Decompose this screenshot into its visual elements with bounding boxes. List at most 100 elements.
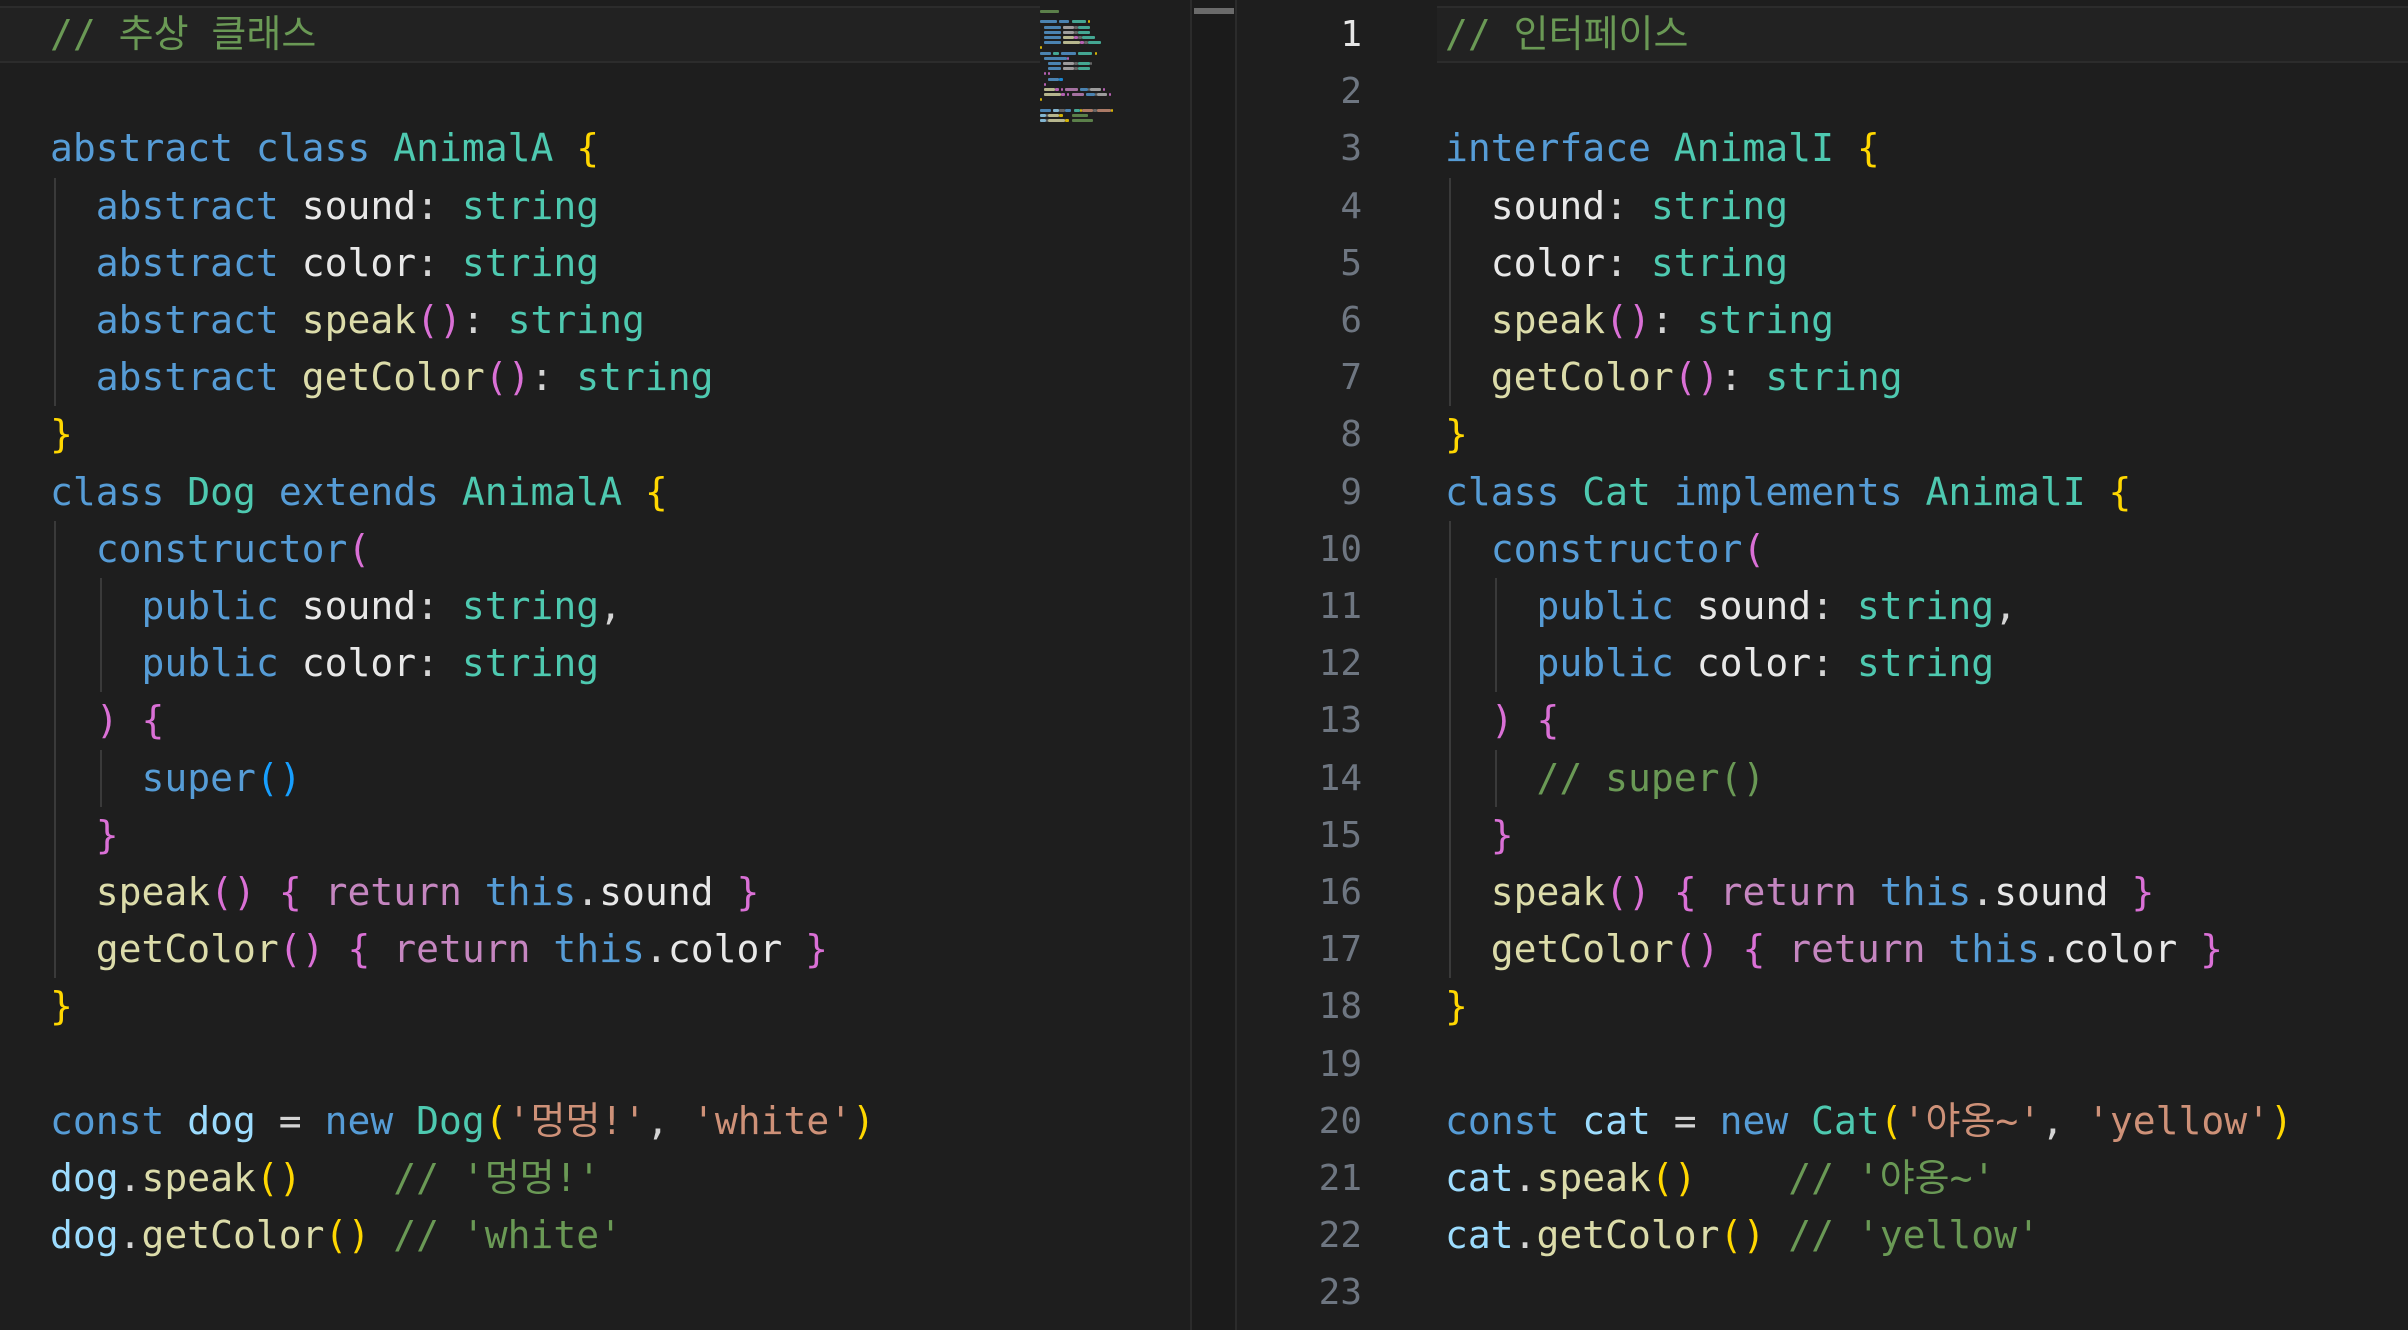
line-number[interactable]: 11: [1242, 578, 1362, 635]
code-text: ,: [2041, 1098, 2087, 1143]
line-number[interactable]: 6: [1242, 292, 1362, 349]
code-line[interactable]: constructor(: [50, 521, 371, 578]
code-token: string: [1856, 584, 1995, 628]
line-number[interactable]: 3: [1242, 120, 1362, 177]
line-number[interactable]: 9: [1242, 464, 1362, 521]
line-number[interactable]: 4: [1242, 178, 1362, 235]
minimap-token: [1071, 93, 1085, 97]
code-line[interactable]: interface AnimalI {: [1445, 120, 1880, 177]
code-line[interactable]: ) {: [50, 692, 165, 749]
line-number[interactable]: 1: [1242, 6, 1362, 63]
line-number[interactable]: 14: [1242, 750, 1362, 807]
code-token: string: [461, 641, 600, 686]
code-line[interactable]: cat.getColor() // 'yellow': [1445, 1207, 2040, 1264]
code-line[interactable]: abstract class AnimalA {: [50, 120, 599, 177]
line-number[interactable]: 13: [1242, 692, 1362, 749]
code-token: class: [50, 469, 165, 514]
code-token: '멍멍!': [507, 1098, 647, 1143]
code-line[interactable]: }: [50, 807, 119, 864]
code-line[interactable]: getColor(): string: [1445, 349, 1903, 406]
code-token: ): [852, 1098, 875, 1143]
code-token: string: [1650, 183, 1789, 228]
line-number[interactable]: 21: [1242, 1150, 1362, 1207]
minimap-token: [1088, 41, 1101, 45]
code-line[interactable]: speak() { return this.sound }: [50, 864, 760, 921]
code-line[interactable]: abstract getColor(): string: [50, 349, 714, 406]
minimap-token: [1065, 88, 1078, 91]
editor-pane-interface[interactable]: // 인터페이스 interface AnimalI { sound: strin…: [1237, 0, 2408, 1330]
line-number[interactable]: 8: [1242, 406, 1362, 463]
code-line[interactable]: }: [50, 406, 73, 463]
line-number[interactable]: 2: [1242, 63, 1362, 120]
code-line[interactable]: public color: string: [50, 635, 600, 692]
code-token: }: [2200, 927, 2223, 972]
scrollbar-thumb[interactable]: [1194, 8, 1234, 14]
minimap-token: [1103, 88, 1106, 91]
line-number[interactable]: 15: [1242, 807, 1362, 864]
code-text: :: [1650, 298, 1697, 342]
code-line[interactable]: class Dog extends AnimalA {: [50, 464, 668, 521]
line-number[interactable]: 5: [1242, 235, 1362, 292]
line-number[interactable]: 16: [1242, 864, 1362, 921]
line-number[interactable]: 10: [1242, 521, 1362, 578]
code-line[interactable]: public sound: string,: [50, 578, 623, 635]
code-line[interactable]: public sound: string,: [1445, 578, 2018, 635]
code-line[interactable]: // 추상 클래스: [50, 6, 316, 63]
code-token: constructor: [95, 526, 348, 571]
code-line[interactable]: sound: string: [1445, 178, 1788, 235]
code-line[interactable]: class Cat implements AnimalI {: [1445, 464, 2131, 521]
code-line[interactable]: }: [1445, 807, 1514, 864]
code-token: sound: [599, 870, 714, 914]
code-line[interactable]: cat.speak() // '야옹~': [1445, 1150, 1995, 1207]
line-number[interactable]: 18: [1242, 978, 1362, 1035]
editor-split-divider[interactable]: [1190, 0, 1237, 1330]
minimap-token: [1065, 119, 1070, 123]
editor-pane-abstract-class[interactable]: // 추상 클래스 abstract class AnimalA { abstra…: [0, 0, 1190, 1330]
line-number[interactable]: 19: [1242, 1036, 1362, 1093]
code-line[interactable]: public color: string: [1445, 635, 1995, 692]
code-token: getColor: [1490, 355, 1674, 400]
code-line[interactable]: }: [1445, 978, 1468, 1035]
line-number[interactable]: 7: [1242, 349, 1362, 406]
minimap-token: [1094, 51, 1097, 55]
code-line[interactable]: // 인터페이스: [1445, 6, 1688, 63]
code-line[interactable]: // super(): [1445, 750, 1766, 807]
code-line[interactable]: dog.speak() // '멍멍!': [50, 1150, 600, 1207]
code-text: ,: [1994, 584, 2018, 628]
code-line[interactable]: ) {: [1445, 692, 1560, 749]
code-line[interactable]: speak(): string: [1445, 292, 1834, 349]
line-number[interactable]: 20: [1242, 1093, 1362, 1150]
line-number[interactable]: 22: [1242, 1207, 1362, 1264]
code-line[interactable]: color: string: [1445, 235, 1788, 292]
minimap-token: [1090, 88, 1101, 91]
code-line[interactable]: super(): [50, 750, 302, 807]
code-line[interactable]: abstract sound: string: [50, 178, 599, 235]
code-line[interactable]: getColor() { return this.color }: [1445, 921, 2223, 978]
code-line[interactable]: abstract speak(): string: [50, 292, 645, 349]
code-text: :: [461, 298, 508, 342]
line-number[interactable]: 23: [1242, 1264, 1362, 1321]
code-line[interactable]: abstract color: string: [50, 235, 599, 292]
line-number[interactable]: 17: [1242, 921, 1362, 978]
code-line[interactable]: const cat = new Cat('야옹~', 'yellow'): [1445, 1093, 2293, 1150]
code-token: sound: [1994, 870, 2109, 914]
code-token: return: [1719, 870, 1857, 914]
code-line[interactable]: const dog = new Dog('멍멍!', 'white'): [50, 1093, 875, 1150]
code-line[interactable]: speak() { return this.sound }: [1445, 864, 2155, 921]
code-line[interactable]: }: [1445, 406, 1468, 463]
code-line[interactable]: constructor(: [1445, 521, 1766, 578]
line-number[interactable]: 12: [1242, 635, 1362, 692]
code-line[interactable]: }: [50, 978, 73, 1035]
code-line[interactable]: dog.getColor() // 'white': [50, 1207, 622, 1264]
minimap[interactable]: [1040, 10, 1160, 140]
code-line[interactable]: getColor() { return this.color }: [50, 921, 828, 978]
code-text: ,: [646, 1098, 692, 1143]
